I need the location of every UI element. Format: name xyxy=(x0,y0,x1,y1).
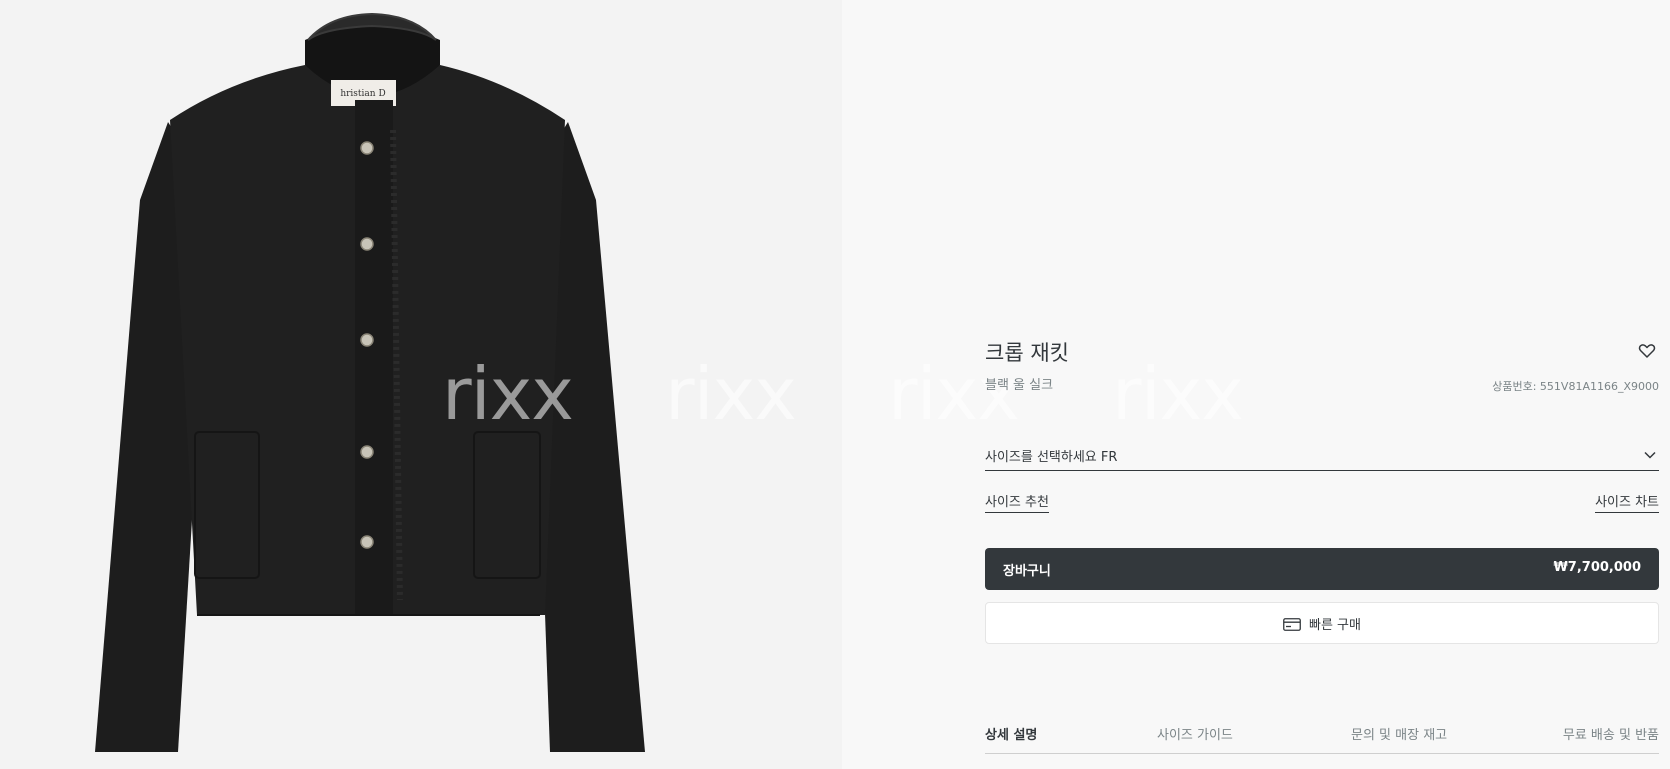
tab-details[interactable]: 상세 설명 xyxy=(985,724,1037,743)
size-select[interactable]: 사이즈를 선택하세요 FR xyxy=(985,442,1659,471)
tab-shipping-returns[interactable]: 무료 배송 및 반품 xyxy=(1563,724,1659,743)
product-reference: 상품번호: 551V81A1166_X9000 xyxy=(1492,380,1659,393)
product-page: hristian D rixx rixx rixx rixx 크롭 재킷 블랙 … xyxy=(0,0,1670,769)
credit-card-icon xyxy=(1283,618,1301,631)
jacket-illustration: hristian D xyxy=(95,12,645,752)
garment-label-text: hristian D xyxy=(340,89,385,99)
tab-inquiry-stock[interactable]: 문의 및 매장 재고 xyxy=(1351,724,1447,743)
cart-button-label: 장바구니 xyxy=(1003,564,1051,579)
size-recommendation-link[interactable]: 사이즈 추천 xyxy=(985,491,1049,513)
chevron-down-icon xyxy=(1644,451,1656,459)
heart-icon xyxy=(1638,344,1656,358)
wishlist-button[interactable] xyxy=(1637,341,1657,361)
quick-buy-button[interactable]: 빠른 구매 xyxy=(985,602,1659,644)
product-price: ₩7,700,000 xyxy=(1553,560,1641,575)
product-title: 크롭 재킷 xyxy=(985,341,1069,365)
size-select-label: 사이즈를 선택하세요 FR xyxy=(985,450,1118,465)
size-chart-link[interactable]: 사이즈 차트 xyxy=(1595,491,1659,513)
product-subtitle: 블랙 울 실크 xyxy=(985,378,1054,393)
product-image[interactable]: hristian D rixx rixx xyxy=(0,0,842,769)
quick-buy-label: 빠른 구매 xyxy=(1309,618,1361,633)
product-info-tabs: 상세 설명 사이즈 가이드 문의 및 매장 재고 무료 배송 및 반품 xyxy=(985,720,1659,754)
add-to-cart-button[interactable]: 장바구니 ₩7,700,000 xyxy=(985,548,1659,590)
product-details: rixx rixx 크롭 재킷 블랙 울 실크 상품번호: 551V81A116… xyxy=(842,0,1670,769)
tab-size-guide[interactable]: 사이즈 가이드 xyxy=(1157,724,1233,743)
watermark: rixx xyxy=(1112,352,1244,436)
